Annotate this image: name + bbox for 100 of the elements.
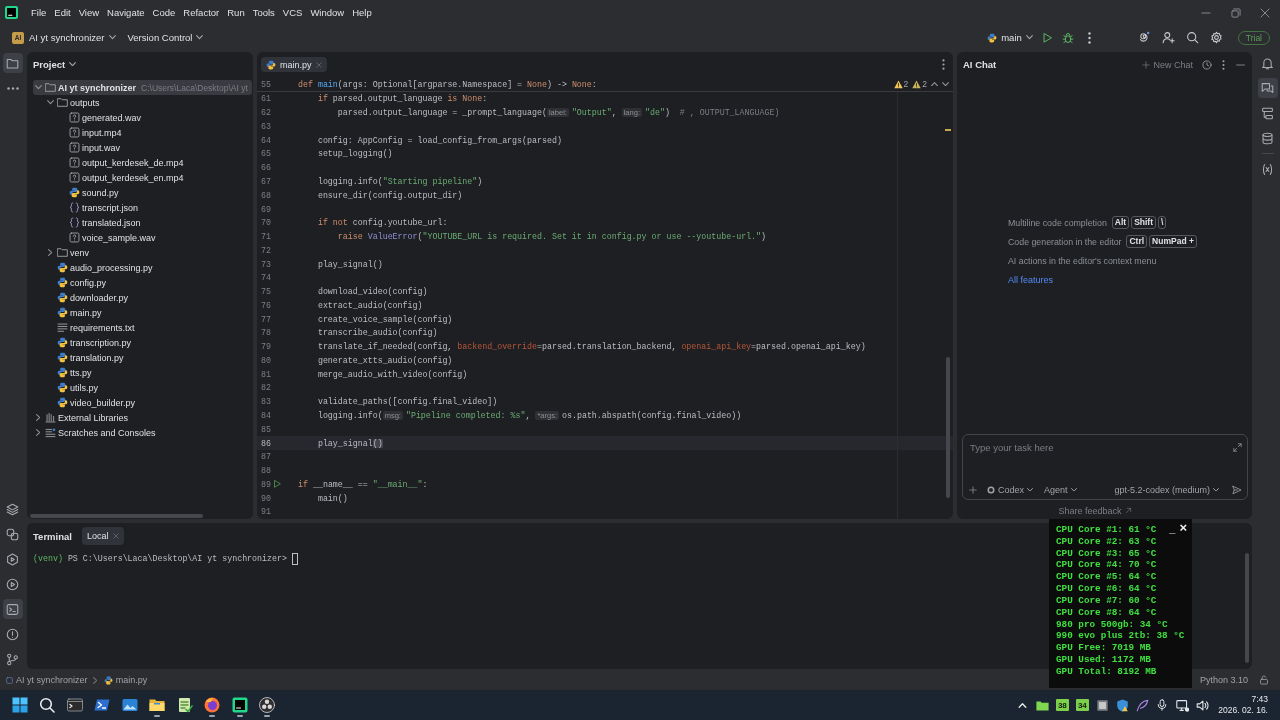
terminal-tab[interactable]: Local [81,527,125,545]
menu-item[interactable]: Edit [50,7,75,18]
microphone-icon[interactable] [1156,699,1169,711]
breadcrumb[interactable]: AI yt synchronizer [6,675,88,685]
project-view-dropdown[interactable]: Project [33,58,77,70]
tree-item[interactable]: video_builder.py [33,395,252,410]
console-window-icon[interactable] [66,697,83,713]
search-icon[interactable] [1186,31,1200,44]
interpreter-label[interactable]: Python 3.10 [1199,675,1248,685]
tree-item[interactable]: utils.py [33,380,252,395]
minimize-button[interactable]: _ [1169,522,1176,534]
tree-item[interactable]: input.wav [33,140,252,155]
tree-item[interactable]: audio_processing.py [33,260,252,275]
tree-item[interactable]: AI yt synchronizer C:\Users\Laca\Desktop\AI yt [33,80,252,95]
feedback-link[interactable]: Share feedback [1058,505,1132,516]
square-icon[interactable] [1096,699,1108,711]
tool-window-button[interactable] [2,53,23,73]
menu-item[interactable]: Run [223,7,249,18]
tree-item[interactable]: translated.json [33,215,252,230]
menu-item[interactable]: Navigate [103,7,149,18]
tool-window-button[interactable] [2,599,23,619]
menu-item[interactable]: Help [348,7,376,18]
run-icon[interactable] [273,480,281,489]
more-icon[interactable] [942,59,945,70]
plus-icon[interactable] [969,485,977,494]
menu-item[interactable]: Window [306,7,349,18]
menu-item[interactable]: Refactor [179,7,224,18]
speaker-icon[interactable] [1195,698,1209,712]
more-icon[interactable] [1222,59,1225,70]
notepad-icon[interactable] [176,697,193,713]
close-button[interactable]: × [1179,522,1187,534]
settings-icon[interactable] [1210,31,1224,44]
app-logo-icon [5,6,18,19]
tree-item[interactable]: input.mp4 [33,125,252,140]
search-icon[interactable] [39,697,56,713]
folder-icon[interactable] [149,697,166,713]
temperature-badge[interactable]: 38 [1055,699,1069,711]
prompt-icon[interactable] [94,697,111,713]
menu-item[interactable]: File [27,7,51,18]
warning-marker[interactable] [945,129,951,131]
shield-warning-icon[interactable] [1115,698,1129,712]
assistant-dropdown[interactable]: Codex [987,484,1033,495]
tree-item[interactable]: generated.wav [33,110,252,125]
feather-icon[interactable] [1135,698,1149,712]
vcs-menu[interactable]: Version Control [127,32,204,43]
chevron-down-icon[interactable] [942,81,949,87]
grid-logo-icon[interactable] [11,697,28,713]
scrollbar-thumb[interactable] [1245,553,1249,663]
temperature-badge[interactable]: 34 [1075,699,1089,711]
tree-item[interactable]: External Libraries [33,410,252,425]
aperture-icon[interactable] [259,697,276,713]
tree-item[interactable]: translation.py [33,350,252,365]
menu-item[interactable]: VCS [278,7,307,18]
more-icon[interactable] [1088,31,1092,44]
mode-dropdown[interactable]: Agent [1044,484,1077,495]
restore-icon[interactable] [1230,7,1241,18]
tree-item[interactable]: Scratches and Consoles [33,425,252,440]
image-icon[interactable] [121,697,138,713]
menu-item[interactable]: Code [148,7,180,18]
clock-date[interactable]: 2026. 02. 16. [1218,705,1268,716]
monitor-icon[interactable] [1175,698,1189,712]
editor-tab[interactable]: main.py [261,57,327,72]
model-dropdown[interactable]: gpt-5.2-codex (medium) [1114,484,1219,495]
run-icon[interactable] [1040,31,1053,44]
project-selector[interactable]: AI yt synchronizer [29,32,116,43]
tree-item[interactable]: requirements.txt [33,320,252,335]
tree-item[interactable]: outputs [33,95,252,110]
add-user-icon[interactable] [1162,31,1176,44]
new-chat-button[interactable]: New Chat [1142,59,1193,70]
lock-icon[interactable] [1259,675,1269,685]
menu-item[interactable]: Tools [248,7,279,18]
tree-item[interactable]: tts.py [33,365,252,380]
expand-icon[interactable] [1233,442,1242,452]
branch-selector[interactable]: main [987,32,1033,43]
tree-item[interactable]: downloader.py [33,290,252,305]
scrollbar-thumb[interactable] [946,357,950,498]
menu-item[interactable]: View [74,7,104,18]
features-link[interactable]: All features [1008,274,1054,285]
flame-globe-icon[interactable] [204,697,221,713]
tree-item[interactable]: config.py [33,275,252,290]
bug-icon[interactable] [1061,31,1074,44]
tree-item[interactable]: sound.py [33,185,252,200]
clock-icon[interactable] [1201,59,1212,70]
app-tile-icon[interactable] [231,697,248,713]
tree-item[interactable]: output_kerdesek_de.mp4 [33,155,252,170]
tree-item[interactable]: transcription.py [33,335,252,350]
send-icon[interactable] [1232,484,1242,495]
task-input[interactable]: Type your task here [969,440,1229,454]
tree-item[interactable]: transcript.json [33,200,252,215]
clock-time[interactable]: 7:43 [1251,694,1268,705]
folder-icon[interactable] [1035,698,1049,712]
tree-item[interactable]: output_kerdesek_en.mp4 [33,170,252,185]
breadcrumb[interactable]: main.py [103,675,148,685]
close-icon[interactable] [1260,7,1271,18]
tree-item[interactable]: venv [33,245,252,260]
tree-item[interactable]: voice_sample.wav [33,230,252,245]
tree-item[interactable]: main.py [33,305,252,320]
spiral-icon[interactable] [1138,31,1152,44]
tool-window-button[interactable] [1257,78,1278,98]
code-line: raise ValueError("YOUTUBE_URL is required. Set it in config.py or use --youtube-url.") [336,232,767,242]
